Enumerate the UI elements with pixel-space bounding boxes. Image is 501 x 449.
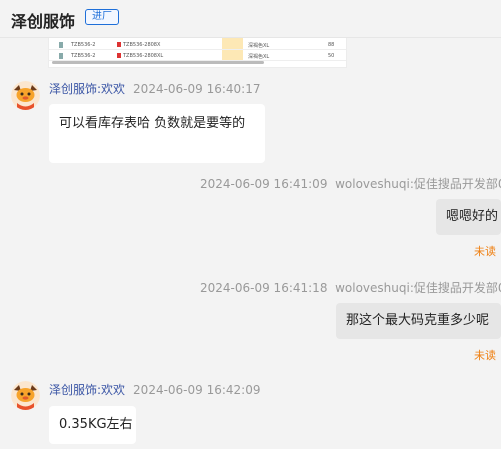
image-row: TZB536-2 TZB536-2808XL 深褐色XL 50 xyxy=(49,51,346,61)
product-red-icon xyxy=(117,53,121,58)
product-red-icon xyxy=(117,42,121,47)
unread-status: 未读 xyxy=(474,245,496,258)
message-text: 那这个最大码克重多少呢 xyxy=(346,313,490,328)
message-text: 0.35KG左右 xyxy=(59,417,133,432)
shop-name[interactable]: 泽创服饰 xyxy=(11,8,75,32)
image-row-qty: 50 xyxy=(328,53,335,59)
image-message-preview[interactable]: TZB536-2 TZB536-2808X 深褐色XL 88 TZB536-2 … xyxy=(49,38,346,67)
image-scrollbar xyxy=(52,61,264,64)
image-row-desc: 深褐色XL xyxy=(248,43,270,49)
message-sender-line: 泽创服饰:欢欢 2024-06-09 16:42:09 xyxy=(49,381,261,398)
factory-badge[interactable]: 进厂 xyxy=(85,9,119,25)
message-meta: 2024-06-09 16:41:09 woloveshuqi:促佳搜品开发部0… xyxy=(200,175,501,192)
message-time: 2024-06-09 16:41:09 xyxy=(200,177,328,191)
image-row-code: TZB536-2 xyxy=(71,53,96,59)
product-thumb-icon xyxy=(59,42,63,48)
message-bubble[interactable]: 0.35KG左右 xyxy=(49,406,136,444)
message-time: 2024-06-09 16:40:17 xyxy=(133,82,261,96)
image-row-desc: 深褐色XL xyxy=(248,54,270,60)
image-row-code: TZB536-2 xyxy=(71,42,96,48)
sender-name[interactable]: woloveshuqi:促佳搜品开发部06 xyxy=(335,177,501,191)
image-row-sku: TZB536-2808X xyxy=(123,42,161,48)
chat-header: 泽创服饰 进厂 xyxy=(0,0,501,38)
sender-name[interactable]: 泽创服饰:欢欢 xyxy=(49,383,125,397)
message-bubble[interactable]: 嗯嗯好的 xyxy=(436,199,501,235)
message-sender-line: 泽创服饰:欢欢 2024-06-09 16:40:17 xyxy=(49,80,261,97)
sender-name[interactable]: woloveshuqi:促佳搜品开发部06 xyxy=(335,281,501,295)
product-thumb-icon xyxy=(59,53,63,59)
unread-status: 未读 xyxy=(474,349,496,362)
message-text: 嗯嗯好的 xyxy=(446,209,499,224)
message-meta: 2024-06-09 16:41:18 woloveshuqi:促佳搜品开发部0… xyxy=(200,279,501,296)
image-row-sku: TZB536-2808XL xyxy=(123,53,164,59)
message-bubble[interactable]: 那这个最大码克重多少呢 xyxy=(336,303,501,339)
mascot-avatar-icon[interactable] xyxy=(11,381,40,410)
message-bubble[interactable]: 可以看库存表哈 负数就是要等的 xyxy=(49,104,265,163)
message-time: 2024-06-09 16:42:09 xyxy=(133,383,261,397)
image-row-qty: 88 xyxy=(328,42,335,48)
message-text: 可以看库存表哈 负数就是要等的 xyxy=(59,116,246,131)
message-time: 2024-06-09 16:41:18 xyxy=(200,281,328,295)
sender-name[interactable]: 泽创服饰:欢欢 xyxy=(49,82,125,96)
mascot-avatar-icon[interactable] xyxy=(11,81,40,110)
image-row: TZB536-2 TZB536-2808X 深褐色XL 88 xyxy=(49,40,346,50)
